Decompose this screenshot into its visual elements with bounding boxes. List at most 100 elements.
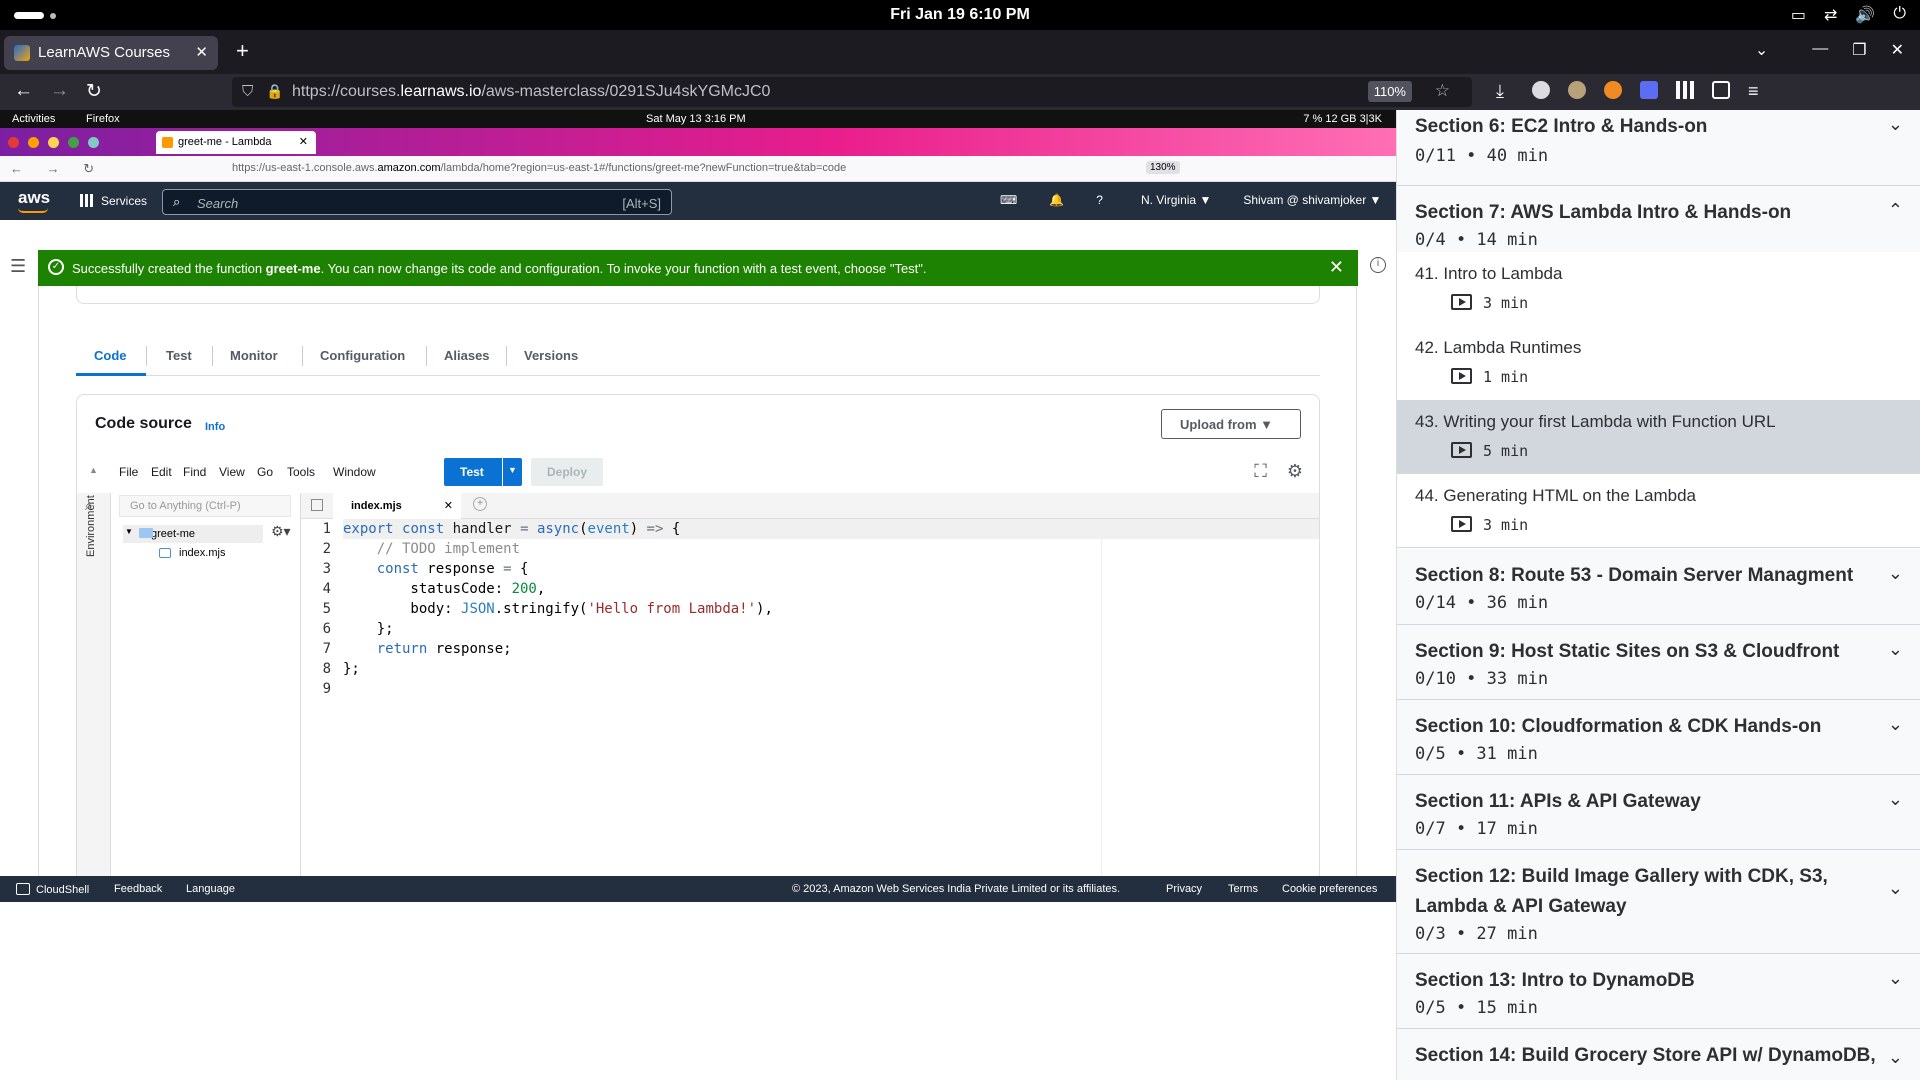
tab-menu-icon[interactable]: [311, 499, 323, 511]
section-10[interactable]: Section 10: Cloudformation & CDK Hands-o…: [1397, 700, 1920, 775]
os-clock[interactable]: Fri Jan 19 6:10 PM: [0, 6, 1920, 24]
menu-file[interactable]: File: [119, 465, 138, 479]
reload-icon[interactable]: ↻: [86, 80, 102, 103]
tracking-shield-icon[interactable]: ⛉: [242, 83, 253, 100]
notifications-bell-icon[interactable]: 🔔: [1049, 193, 1064, 207]
chevron-down-icon[interactable]: ⌄: [1888, 114, 1903, 135]
menu-tools[interactable]: Tools: [287, 465, 315, 479]
test-button[interactable]: Test ▼: [444, 458, 522, 486]
extension-d-icon[interactable]: [1640, 81, 1658, 99]
services-menu[interactable]: Services: [80, 194, 147, 208]
new-tab-icon[interactable]: +: [236, 38, 249, 64]
menu-window[interactable]: Window: [333, 465, 376, 479]
expand-triangle-icon[interactable]: ▼: [125, 527, 133, 536]
new-file-plus-icon[interactable]: +: [473, 497, 487, 511]
collapse-toolbar-icon[interactable]: ▲: [89, 465, 98, 475]
menu-go[interactable]: Go: [257, 465, 273, 479]
upload-from-button[interactable]: Upload from ▼: [1161, 409, 1301, 439]
download-icon[interactable]: ⤓: [1496, 81, 1514, 101]
chevron-up-icon[interactable]: ⌃: [1888, 200, 1903, 221]
volume-icon[interactable]: 🔊: [1855, 5, 1875, 25]
pinned-tab-icon[interactable]: [28, 137, 39, 148]
zoom-level[interactable]: 110%: [1367, 81, 1412, 102]
dismiss-banner-icon[interactable]: ✕: [1329, 257, 1344, 278]
menu-view[interactable]: View: [219, 465, 245, 479]
cloudshell-icon[interactable]: ⌨: [1000, 193, 1017, 207]
section-9[interactable]: Section 9: Host Static Sites on S3 & Clo…: [1397, 625, 1920, 700]
pinned-tab-icon[interactable]: [68, 137, 79, 148]
browser-tab-learnaws[interactable]: LearnAWS Courses ✕: [4, 36, 218, 70]
chevron-down-icon[interactable]: ⌄: [1888, 714, 1903, 735]
tree-settings-gear-icon[interactable]: ⚙▾: [271, 523, 291, 540]
chevron-down-icon[interactable]: ⌄: [1888, 789, 1903, 810]
section-7[interactable]: Section 7: AWS Lambda Intro & Hands-on 0…: [1397, 186, 1920, 252]
test-dropdown-icon[interactable]: ▼: [502, 458, 522, 486]
close-tab-icon[interactable]: ✕: [195, 43, 208, 61]
network-icon[interactable]: ⇄: [1824, 5, 1837, 25]
activities-button[interactable]: Activities: [12, 113, 55, 125]
section-11[interactable]: Section 11: APIs & API Gateway 0/7 • 17 …: [1397, 775, 1920, 850]
menu-edit[interactable]: Edit: [151, 465, 172, 479]
system-tray[interactable]: ▭ ⇄ 🔊 ⏻: [1791, 5, 1906, 25]
forward-icon[interactable]: →: [50, 80, 69, 102]
editor-tab-index-mjs[interactable]: index.mjs ✕: [333, 493, 461, 519]
lecture-42[interactable]: 42. Lambda Runtimes 1 min: [1397, 326, 1920, 400]
section-13[interactable]: Section 13: Intro to DynamoDB 0/5 • 15 m…: [1397, 954, 1920, 1029]
extension-orange-icon[interactable]: [1604, 81, 1622, 99]
bookmark-star-icon[interactable]: ☆: [1435, 81, 1450, 101]
side-nav-hamburger-icon[interactable]: ☰: [10, 256, 26, 277]
tab-list-chevron-icon[interactable]: ⌄: [1755, 40, 1768, 60]
info-panel-icon[interactable]: i: [1370, 257, 1386, 273]
chevron-down-icon[interactable]: ⌄: [1888, 1047, 1903, 1068]
section-6[interactable]: Section 6: EC2 Intro & Hands-on 0/11 • 4…: [1397, 110, 1920, 186]
menu-hamburger-icon[interactable]: ≡: [1748, 81, 1766, 101]
cookie-preferences-link[interactable]: Cookie preferences: [1282, 883, 1377, 895]
help-icon[interactable]: ?: [1096, 193, 1103, 207]
inner-nav-arrows[interactable]: ← → ↻: [10, 161, 104, 177]
section-8[interactable]: Section 8: Route 53 - Domain Server Mana…: [1397, 549, 1920, 625]
power-icon[interactable]: ⏻: [1893, 5, 1906, 25]
section-14[interactable]: Section 14: Build Grocery Store API w/ D…: [1397, 1029, 1920, 1080]
cloudshell-link[interactable]: CloudShell: [16, 883, 89, 896]
tab-versions[interactable]: Versions: [524, 348, 578, 363]
inner-url-bar[interactable]: https://us-east-1.console.aws.amazon.com…: [232, 162, 846, 174]
aws-logo[interactable]: aws: [18, 188, 50, 213]
tab-code[interactable]: Code: [94, 348, 127, 363]
account-menu[interactable]: Shivam @ shivamjoker ▼: [1243, 193, 1381, 207]
privacy-link[interactable]: Privacy: [1166, 883, 1202, 895]
feedback-link[interactable]: Feedback: [114, 883, 162, 895]
minimize-icon[interactable]: —: [1812, 40, 1828, 60]
extension-grid-icon[interactable]: [1676, 81, 1694, 99]
chevron-down-icon[interactable]: ⌄: [1888, 563, 1903, 584]
terms-link[interactable]: Terms: [1228, 883, 1258, 895]
clipboard-icon[interactable]: ▭: [1791, 5, 1806, 25]
section-12[interactable]: Section 12: Build Image Gallery with CDK…: [1397, 850, 1920, 954]
lecture-43[interactable]: 43. Writing your first Lambda with Funct…: [1397, 400, 1920, 474]
fullscreen-icon[interactable]: ⛶: [1254, 461, 1267, 482]
pinned-tab-icon[interactable]: [48, 137, 59, 148]
menu-find[interactable]: Find: [183, 465, 206, 479]
tab-test[interactable]: Test: [166, 348, 192, 363]
chevron-down-icon[interactable]: ⌄: [1888, 639, 1903, 660]
lecture-41[interactable]: 41. Intro to Lambda 3 min: [1397, 252, 1920, 326]
aws-search-input[interactable]: ⌕ Search [Alt+S]: [162, 189, 672, 215]
go-to-anything-input[interactable]: Go to Anything (Ctrl-P): [119, 495, 291, 517]
lock-icon[interactable]: 🔒: [266, 83, 283, 100]
deploy-button[interactable]: Deploy: [531, 458, 603, 486]
tab-monitor[interactable]: Monitor: [230, 348, 278, 363]
close-tab-icon[interactable]: ✕: [444, 499, 453, 512]
tree-folder-greet-me[interactable]: ▼ greet-me: [123, 525, 263, 543]
inner-tab-lambda[interactable]: greet-me - Lambda ✕: [156, 131, 316, 154]
code-text-area[interactable]: export const handler = async(event) => {…: [343, 519, 1319, 901]
tree-file-index-mjs[interactable]: index.mjs: [159, 547, 225, 559]
close-tab-icon[interactable]: ✕: [299, 135, 308, 148]
extensions-puzzle-icon[interactable]: [1712, 81, 1730, 99]
lecture-44[interactable]: 44. Generating HTML on the Lambda 3 min: [1397, 474, 1920, 548]
pinned-tab-icon[interactable]: [88, 137, 99, 148]
language-link[interactable]: Language: [186, 883, 235, 895]
region-selector[interactable]: N. Virginia ▼: [1141, 193, 1211, 207]
extension-profile-icon[interactable]: [1532, 81, 1550, 99]
restore-icon[interactable]: ❐: [1852, 40, 1866, 60]
url-bar[interactable]: ⛉ 🔒 https://courses.learnaws.io/aws-mast…: [232, 77, 1472, 107]
tab-aliases[interactable]: Aliases: [444, 348, 490, 363]
